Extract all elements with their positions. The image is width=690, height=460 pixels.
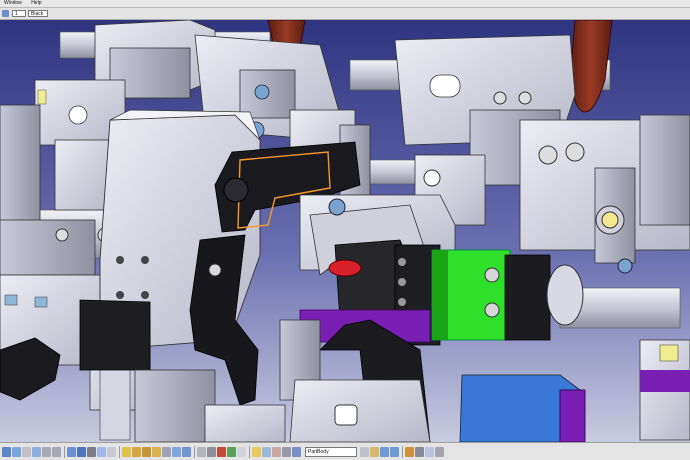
fillet-icon[interactable] (172, 446, 181, 457)
menu-bar: Window Help (0, 0, 690, 8)
quick-view-icon[interactable] (77, 446, 86, 457)
menu-window[interactable]: Window (0, 0, 26, 7)
apply-material-icon[interactable] (405, 446, 414, 457)
paste-icon[interactable] (370, 446, 379, 457)
update-icon[interactable] (217, 446, 226, 457)
rotate-icon[interactable] (32, 446, 41, 457)
pad-icon[interactable] (132, 446, 141, 457)
undo-icon[interactable] (380, 446, 389, 457)
top-toolbar (0, 8, 690, 20)
axis-icon[interactable] (227, 446, 236, 457)
pan-icon[interactable] (22, 446, 31, 457)
color-combo[interactable]: Black (28, 10, 48, 17)
zoom-in-icon[interactable] (42, 446, 51, 457)
redo-icon[interactable] (390, 446, 399, 457)
catalog-icon[interactable] (415, 446, 424, 457)
separator (119, 445, 120, 458)
grid-icon[interactable] (272, 446, 281, 457)
toolbar-icon[interactable] (2, 10, 9, 17)
copy-icon[interactable] (360, 446, 369, 457)
3d-viewport[interactable] (0, 20, 690, 442)
normal-view-icon[interactable] (67, 446, 76, 457)
options-icon[interactable] (435, 446, 444, 457)
separator (249, 445, 250, 458)
hole-icon[interactable] (162, 446, 171, 457)
hide-show-icon[interactable] (97, 446, 106, 457)
render-icon[interactable] (292, 446, 301, 457)
swap-space-icon[interactable] (107, 446, 116, 457)
current-body-select[interactable]: PartBody (305, 446, 357, 457)
snap-icon[interactable] (262, 446, 271, 457)
select-icon[interactable] (252, 446, 261, 457)
cad-assembly-view (0, 20, 690, 442)
separator (194, 445, 195, 458)
fly-mode-icon[interactable] (2, 446, 11, 457)
bottom-toolbar: PartBody (0, 442, 690, 460)
line-weight-combo[interactable]: 1 (12, 10, 26, 17)
shaft-icon[interactable] (152, 446, 161, 457)
shading-icon[interactable] (87, 446, 96, 457)
zoom-out-icon[interactable] (52, 446, 61, 457)
plane-icon[interactable] (237, 446, 246, 457)
menu-help[interactable]: Help (27, 0, 45, 7)
chamfer-icon[interactable] (182, 446, 191, 457)
separator (402, 445, 403, 458)
analysis-icon[interactable] (425, 446, 434, 457)
material-icon[interactable] (282, 446, 291, 457)
constraint-icon[interactable] (207, 446, 216, 457)
separator (64, 445, 65, 458)
sketcher-icon[interactable] (122, 446, 131, 457)
fit-all-icon[interactable] (12, 446, 21, 457)
pocket-icon[interactable] (142, 446, 151, 457)
measure-icon[interactable] (197, 446, 206, 457)
